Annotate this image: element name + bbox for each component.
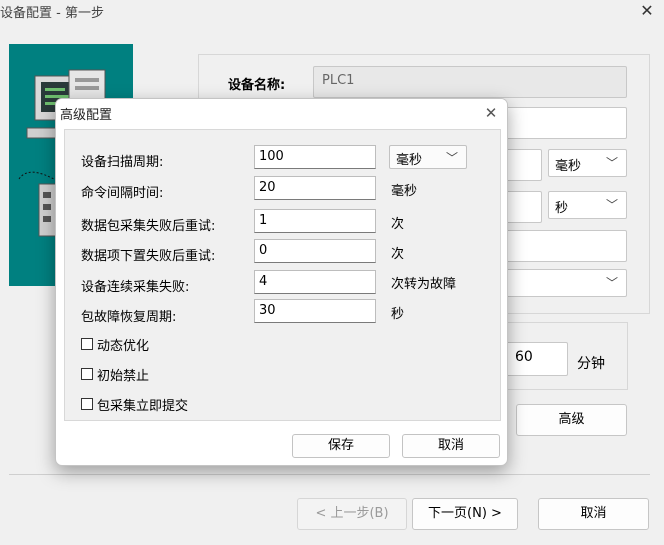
command-interval-input[interactable]: 20 (254, 176, 376, 200)
prev-step-button[interactable]: < 上一步(B) (297, 498, 407, 530)
packet-retry-unit: 次 (391, 217, 405, 232)
write-retry-input[interactable]: 0 (254, 239, 376, 263)
command-interval-unit: 毫秒 (391, 184, 418, 199)
scan-period-unit-select[interactable]: 毫秒 ﹀ (389, 145, 467, 169)
consecutive-failure-label: 设备连续采集失败: (81, 280, 190, 295)
device-name-input[interactable]: PLC1 (313, 66, 627, 98)
unit-select-value: 毫秒 (396, 153, 423, 168)
dialog-cancel-button[interactable]: 取消 (402, 434, 500, 458)
dynamic-optimize-checkbox[interactable] (81, 338, 93, 350)
background-dropdown[interactable]: ﹀ (490, 269, 627, 297)
chevron-down-icon: ﹀ (605, 156, 618, 170)
advanced-config-dialog: 高级配置 ✕ 设备扫描周期: 100 毫秒 ﹀ 命令间隔时间: 20 毫秒 数据… (55, 98, 508, 466)
command-interval-label: 命令间隔时间: (81, 186, 164, 201)
window-close-icon[interactable]: ✕ (633, 0, 661, 22)
interval-input[interactable]: 60 (506, 342, 568, 376)
dialog-close-icon[interactable]: ✕ (480, 102, 502, 124)
recovery-period-unit: 秒 (391, 307, 405, 322)
scan-period-label: 设备扫描周期: (81, 155, 164, 170)
immediate-submit-label: 包采集立即提交 (97, 399, 189, 414)
packet-retry-input[interactable]: 1 (254, 209, 376, 233)
consecutive-failure-unit: 次转为故障 (391, 277, 457, 292)
chevron-down-icon: ﹀ (445, 151, 458, 165)
dialog-title-bar (56, 99, 507, 129)
background-unit-select-s[interactable]: 秒 ﹀ (548, 191, 627, 219)
scan-period-input[interactable]: 100 (254, 145, 376, 169)
window-title: 设备配置 - 第一步 (0, 6, 104, 21)
consecutive-failure-input[interactable]: 4 (254, 270, 376, 294)
packet-retry-label: 数据包采集失败后重试: (81, 219, 216, 234)
interval-unit-label: 分钟 (577, 356, 605, 372)
write-retry-label: 数据项下置失败后重试: (81, 249, 216, 264)
background-unit-select-ms[interactable]: 毫秒 ﹀ (548, 149, 627, 177)
save-button[interactable]: 保存 (292, 434, 390, 458)
write-retry-unit: 次 (391, 247, 405, 262)
recovery-period-input[interactable]: 30 (254, 299, 376, 323)
initial-disable-label: 初始禁止 (97, 369, 150, 384)
unit-select-value: 毫秒 (555, 159, 582, 174)
background-input-5[interactable] (490, 230, 627, 262)
dynamic-optimize-label: 动态优化 (97, 339, 150, 354)
recovery-period-label: 包故障恢复周期: (81, 310, 177, 325)
chevron-down-icon: ﹀ (605, 276, 618, 290)
unit-select-value: 秒 (555, 201, 569, 216)
initial-disable-checkbox[interactable] (81, 368, 93, 380)
next-page-button[interactable]: 下一页(N) > (412, 498, 518, 530)
advanced-button[interactable]: 高级 (516, 404, 627, 436)
chevron-down-icon: ﹀ (605, 198, 618, 212)
dialog-title: 高级配置 (60, 108, 113, 123)
footer-separator (9, 474, 650, 475)
cancel-button[interactable]: 取消 (538, 498, 649, 530)
immediate-submit-checkbox[interactable] (81, 398, 93, 410)
device-name-label: 设备名称: (228, 78, 286, 93)
